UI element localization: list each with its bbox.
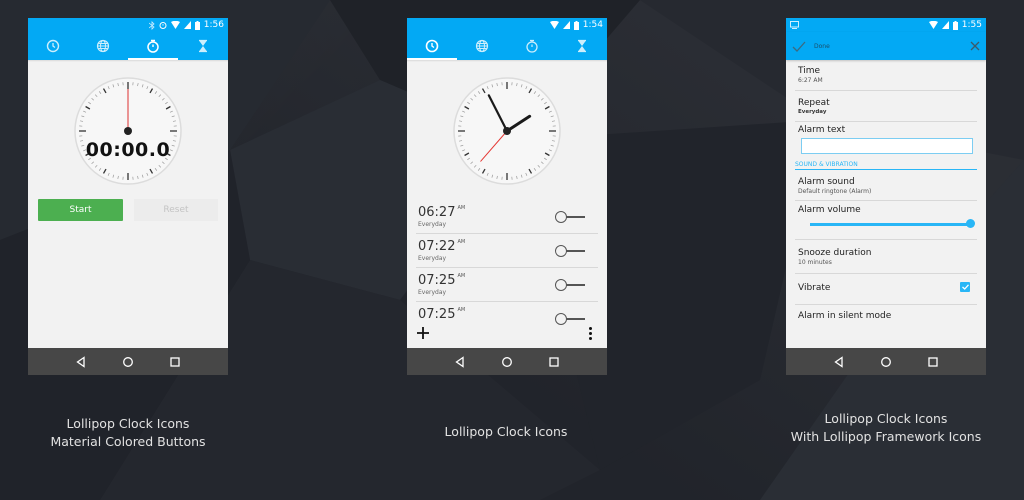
- setting-alarm-text: Alarm text: [795, 122, 977, 154]
- start-button[interactable]: Start: [38, 199, 123, 221]
- section-header-sound-vibration: SOUND & VIBRATION: [795, 154, 977, 170]
- nav-bar: [407, 348, 607, 375]
- nav-bar: [28, 348, 228, 375]
- stopwatch-dial: [74, 77, 182, 185]
- home-icon[interactable]: [880, 356, 892, 368]
- home-icon[interactable]: [501, 356, 513, 368]
- stopwatch-icon: [526, 39, 538, 53]
- checkmark-icon[interactable]: [792, 41, 806, 52]
- wifi-icon: [170, 21, 180, 29]
- battery-icon: [194, 20, 200, 30]
- dial-center: [124, 127, 132, 135]
- add-alarm-button[interactable]: [417, 325, 429, 343]
- status-bar: 1:55: [786, 18, 986, 32]
- alarm-toggle[interactable]: [555, 245, 585, 257]
- alarm-toggle[interactable]: [555, 211, 585, 223]
- setting-alarm-silent-mode[interactable]: Alarm in silent mode: [795, 305, 977, 327]
- status-time: 1:56: [203, 20, 224, 30]
- alarm-item[interactable]: 06:27 AM Everyday: [416, 200, 598, 234]
- bluetooth-icon: [148, 20, 155, 30]
- alarm-repeat: Everyday: [418, 255, 447, 262]
- overflow-menu-icon[interactable]: [589, 327, 593, 342]
- alarm-time: 06:27 AM: [418, 205, 466, 220]
- dial-center: [503, 127, 511, 135]
- vibrate-checkbox[interactable]: [960, 282, 970, 292]
- alarm-item[interactable]: 07:22 AM Everyday: [416, 234, 598, 268]
- alarm-text-input[interactable]: [801, 137, 973, 154]
- alarm-repeat: Everyday: [418, 221, 447, 228]
- close-icon[interactable]: [970, 41, 980, 51]
- wifi-icon: [928, 21, 938, 29]
- status-bar: 1:56: [28, 18, 228, 32]
- alarm-settings-list: Time 6:27 AM Repeat Everyday Alarm text …: [786, 60, 986, 327]
- setting-time[interactable]: Time 6:27 AM: [795, 60, 977, 91]
- alarm-item[interactable]: 07:25 AM: [416, 302, 598, 336]
- status-time: 1:54: [582, 20, 603, 30]
- signal-icon: [941, 21, 949, 29]
- wifi-icon: [549, 21, 559, 29]
- tab-stopwatch[interactable]: [128, 32, 178, 60]
- tab-timer[interactable]: [557, 32, 607, 60]
- tab-stopwatch[interactable]: [507, 32, 557, 60]
- alarm-icon: [159, 22, 167, 29]
- action-bar: Done: [786, 32, 986, 60]
- alarm-time: 07:25 AM: [418, 307, 466, 322]
- signal-icon: [183, 21, 191, 29]
- recents-icon[interactable]: [169, 356, 181, 368]
- alarm-toggle[interactable]: [555, 279, 585, 291]
- phone-alarm-settings-screen: 1:55 Done Time 6:27 AM Repeat Everyday A…: [786, 18, 986, 375]
- tab-bar: [28, 32, 228, 60]
- battery-icon: [952, 20, 958, 30]
- phone-stopwatch-screen: 1:56 00:00.0 Start Reset: [28, 18, 228, 375]
- caption-stopwatch: Lollipop Clock Icons Material Colored Bu…: [50, 416, 206, 449]
- hourglass-icon: [578, 39, 586, 53]
- back-icon[interactable]: [833, 355, 845, 368]
- stopwatch-icon: [147, 39, 159, 53]
- alarm-item[interactable]: 07:25 AM Everyday: [416, 268, 598, 302]
- caption-alarm-settings: Lollipop Clock Icons With Lollipop Frame…: [790, 411, 982, 444]
- tab-clock[interactable]: [28, 32, 78, 60]
- clock-icon: [46, 39, 60, 53]
- back-icon[interactable]: [75, 355, 87, 368]
- notification-icon: [790, 21, 799, 29]
- alarm-list: 06:27 AM Everyday 07:22 AM Everyday 07:25 A…: [416, 200, 598, 336]
- signal-icon: [562, 21, 570, 29]
- tab-clock[interactable]: [407, 32, 457, 60]
- globe-icon: [475, 39, 489, 53]
- phone-alarm-clock-screen: 1:54 06:27 AM Everyday 07:22 AM Everyday 0…: [407, 18, 607, 375]
- clock-icon: [425, 39, 439, 53]
- alarm-volume-slider[interactable]: [810, 218, 975, 230]
- tab-world-clock[interactable]: [457, 32, 507, 60]
- alarm-time: 07:25 AM: [418, 273, 466, 288]
- status-bar: 1:54: [407, 18, 607, 32]
- hourglass-icon: [199, 39, 207, 53]
- recents-icon[interactable]: [927, 356, 939, 368]
- alarm-time: 07:22 AM: [418, 239, 466, 254]
- globe-icon: [96, 39, 110, 53]
- caption-alarm-clock: Lollipop Clock Icons: [444, 424, 568, 439]
- alarm-repeat: Everyday: [418, 289, 447, 296]
- recents-icon[interactable]: [548, 356, 560, 368]
- stopwatch-time: 00:00.0: [85, 139, 171, 161]
- home-icon[interactable]: [122, 356, 134, 368]
- check-icon: [961, 284, 969, 290]
- plus-icon: [417, 327, 429, 339]
- status-time: 1:55: [961, 20, 982, 30]
- back-icon[interactable]: [454, 355, 466, 368]
- done-button[interactable]: Done: [814, 43, 830, 50]
- setting-snooze-duration[interactable]: Snooze duration 10 minutes: [795, 240, 977, 274]
- battery-icon: [573, 20, 579, 30]
- tab-bar: [407, 32, 607, 60]
- analog-clock: [453, 77, 561, 185]
- setting-vibrate[interactable]: Vibrate: [795, 274, 977, 305]
- tab-world-clock[interactable]: [78, 32, 128, 60]
- tab-timer[interactable]: [178, 32, 228, 60]
- slider-thumb[interactable]: [965, 219, 975, 228]
- alarm-toggle[interactable]: [555, 313, 585, 325]
- setting-alarm-sound[interactable]: Alarm sound Default ringtone (Alarm): [795, 170, 977, 201]
- reset-button[interactable]: Reset: [134, 199, 218, 221]
- setting-repeat[interactable]: Repeat Everyday: [795, 91, 977, 122]
- setting-alarm-volume: Alarm volume: [795, 201, 977, 240]
- nav-bar: [786, 348, 986, 375]
